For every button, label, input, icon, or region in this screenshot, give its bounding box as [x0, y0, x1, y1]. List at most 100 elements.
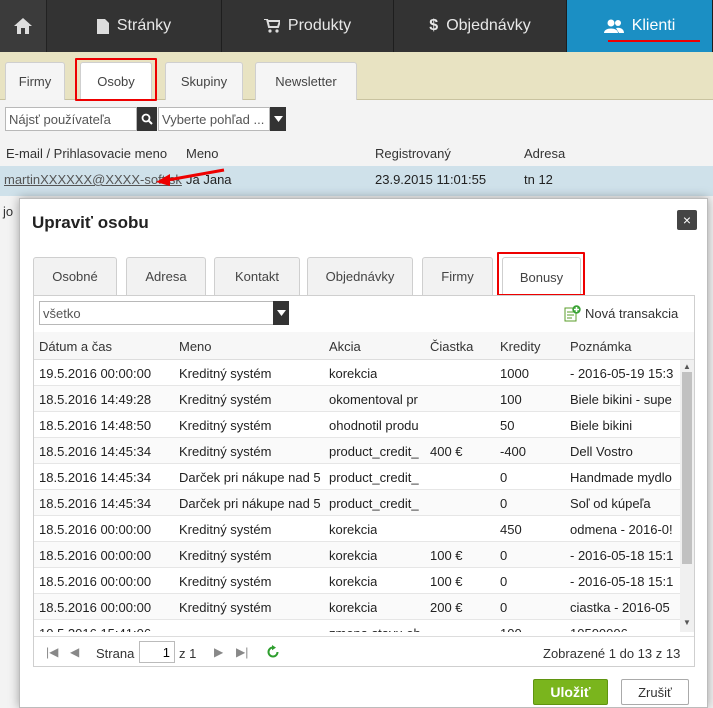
col-poznamka: Poznámka — [570, 339, 632, 354]
refresh-icon[interactable] — [266, 645, 280, 659]
bonus-panel: všetko Nová transakcia Dátum a čas Meno … — [33, 295, 695, 667]
nav-objednavky[interactable]: $ Objednávky — [394, 0, 567, 52]
home-button[interactable] — [0, 0, 47, 52]
tab-adresa[interactable]: Adresa — [126, 257, 206, 295]
tab-kontakt[interactable]: Kontakt — [214, 257, 300, 295]
row-datum: 18.5.2016 00:00:00 — [39, 548, 152, 563]
first-page-icon[interactable]: |◀ — [46, 645, 58, 659]
subtab-osoby-label: Osoby — [97, 74, 135, 89]
cancel-button[interactable]: Zrušiť — [621, 679, 689, 705]
col-email: E-mail / Prihlasovacie meno — [6, 146, 168, 161]
row-datum: 18.5.2016 00:00:00 — [39, 522, 152, 537]
new-transaction-button[interactable]: Nová transakcia — [564, 305, 678, 322]
row-kredity: 50 — [500, 418, 515, 433]
row-kredity: 0 — [500, 548, 508, 563]
table-row[interactable]: 18.5.2016 14:45:34 Darček pri nákupe nad … — [34, 464, 680, 490]
subtab-osoby[interactable]: Osoby — [80, 62, 152, 100]
save-button[interactable]: Uložiť — [533, 679, 608, 705]
scroll-up-icon[interactable]: ▲ — [683, 362, 691, 371]
subtab-firmy-label: Firmy — [18, 74, 52, 89]
view-select[interactable]: Vyberte pohľad ... — [158, 107, 270, 131]
subtab-newsletter[interactable]: Newsletter — [255, 62, 357, 100]
nav-produkty[interactable]: Produkty — [222, 0, 394, 52]
row-akcia: korekcia — [329, 522, 378, 537]
table-row[interactable]: 18.5.2016 00:00:00 Kreditný systém korekci… — [34, 568, 680, 594]
table-row[interactable]: 18.5.2016 14:48:50 Kreditný systém ohodnot… — [34, 412, 680, 438]
row-datum: 10.5.2016 15:41:06 — [39, 626, 151, 632]
search-button[interactable] — [137, 107, 157, 131]
tab-firmy-label: Firmy — [441, 269, 474, 284]
last-page-icon[interactable]: ▶| — [236, 645, 248, 659]
edit-person-dialog: Upraviť osobu × Osobné Adresa Kontakt Ob… — [19, 198, 708, 708]
row-datum: 18.5.2016 14:45:34 — [39, 470, 152, 485]
transactions-header: Dátum a čas Meno Akcia Čiastka Kredity P… — [34, 332, 694, 360]
table-row[interactable]: 18.5.2016 00:00:00 Kreditný systém korekci… — [34, 516, 680, 542]
row-meno: Kreditný systém — [179, 392, 272, 407]
col-kredity: Kredity — [500, 339, 541, 354]
pager: |◀ ◀ Strana z 1 ▶ ▶| Zobrazené 1 do 13 z… — [34, 636, 694, 666]
table-row[interactable]: 18.5.2016 00:00:00 Kreditný systém korekci… — [34, 542, 680, 568]
row-poznamka: - 2016-05-18 15:1 — [570, 574, 674, 589]
row-akcia: product_credit_ — [329, 470, 419, 485]
nav-klienti-label: Klienti — [631, 17, 676, 34]
table-row[interactable]: 18.5.2016 14:45:34 Kreditný systém product… — [34, 438, 680, 464]
user-search-input[interactable]: Nájsť používateľa — [5, 107, 137, 131]
tab-objednavky-label: Objednávky — [325, 269, 395, 284]
subtab-firmy[interactable]: Firmy — [5, 62, 65, 100]
tab-firmy[interactable]: Firmy — [422, 257, 493, 295]
close-button[interactable]: × — [677, 210, 697, 230]
tab-bonusy[interactable]: Bonusy — [502, 257, 581, 296]
row-poznamka: Handmade mydlo — [570, 470, 672, 485]
row-akcia: korekcia — [329, 366, 378, 381]
filter-select-toggle[interactable] — [273, 301, 289, 325]
table-row[interactable]: 18.5.2016 14:49:28 Kreditný systém okoment… — [34, 386, 680, 412]
view-select-toggle[interactable] — [270, 107, 286, 131]
row-poznamka: 10500006 — [570, 626, 628, 632]
row-poznamka: - 2016-05-19 15:3 — [570, 366, 674, 381]
transactions-scrollbar[interactable]: ▲ ▼ — [680, 360, 694, 632]
prev-page-icon[interactable]: ◀ — [70, 645, 79, 659]
col-ciastka: Čiastka — [430, 339, 474, 354]
nav-produkty-label: Produkty — [287, 17, 352, 34]
row-datum: 18.5.2016 00:00:00 — [39, 574, 152, 589]
page-number-input[interactable] — [139, 641, 175, 663]
table-row[interactable]: 10.5.2016 15:41:06 zmena stavu ob 100 10500… — [34, 620, 680, 632]
row-meno: Kreditný systém — [179, 548, 272, 563]
next-page-icon[interactable]: ▶ — [214, 645, 223, 659]
transaction-filter-select[interactable]: všetko — [39, 301, 275, 325]
nav-objednavky-label: Objednávky — [446, 17, 531, 34]
row-ciastka: 200 € — [430, 600, 463, 615]
scroll-down-icon[interactable]: ▼ — [683, 618, 691, 627]
users-icon — [603, 19, 624, 33]
new-transaction-label: Nová transakcia — [585, 306, 679, 321]
table-row[interactable]: 18.5.2016 14:45:34 Darček pri nákupe nad … — [34, 490, 680, 516]
row-poznamka: - 2016-05-18 15:1 — [570, 548, 674, 563]
table-row[interactable]: 18.5.2016 00:00:00 Kreditný systém korekci… — [34, 594, 680, 620]
tab-kontakt-label: Kontakt — [234, 269, 280, 284]
file-icon — [96, 18, 109, 34]
row-kredity: -400 — [500, 444, 527, 459]
row-poznamka: Biele bikini — [570, 418, 633, 433]
row-akcia: ohodnotil produ — [329, 418, 419, 433]
row-kredity: 100 — [500, 626, 522, 632]
col-registrovany: Registrovaný — [375, 146, 451, 161]
cart-icon — [263, 19, 280, 33]
row-kredity: 1000 — [500, 366, 529, 381]
row-meno: Kreditný systém — [179, 522, 272, 537]
home-icon — [14, 18, 32, 34]
scroll-thumb[interactable] — [682, 372, 692, 564]
subtab-skupiny[interactable]: Skupiny — [165, 62, 243, 100]
col-adresa: Adresa — [524, 146, 566, 161]
row-kredity: 450 — [500, 522, 522, 537]
table-row[interactable]: martinXXXXXX@XXXX-soft.sk Ja Jana 23.9.2… — [0, 166, 713, 196]
tab-objednavky[interactable]: Objednávky — [307, 257, 413, 295]
tab-osobne[interactable]: Osobné — [33, 257, 117, 295]
row-datum: 18.5.2016 14:45:34 — [39, 496, 152, 511]
subtab-newsletter-label: Newsletter — [275, 74, 337, 89]
table-row[interactable]: 19.5.2016 00:00:00 Kreditný systém korekci… — [34, 360, 680, 386]
tab-bonusy-label: Bonusy — [519, 269, 564, 285]
nav-klienti[interactable]: Klienti — [567, 0, 713, 52]
users-table-header: E-mail / Prihlasovacie meno Meno Registr… — [0, 140, 713, 166]
nav-stranky[interactable]: Stránky — [47, 0, 222, 52]
row-akcia: korekcia — [329, 600, 378, 615]
